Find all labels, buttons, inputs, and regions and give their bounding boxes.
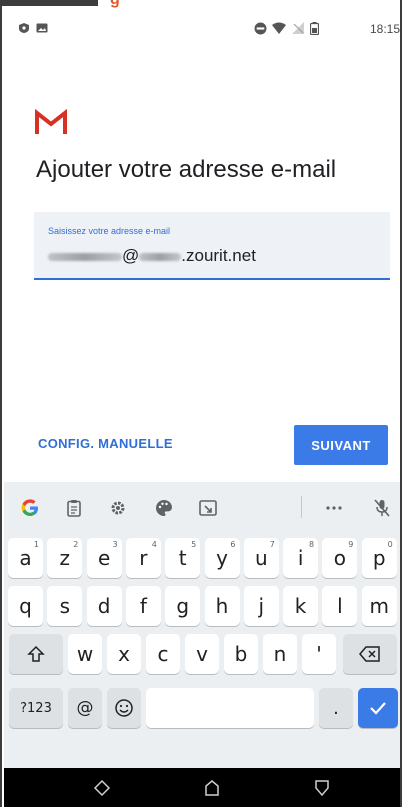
wifi-icon: [272, 22, 286, 37]
key-w[interactable]: w: [68, 634, 102, 674]
clipboard-icon[interactable]: [62, 496, 86, 520]
space-key[interactable]: [146, 688, 314, 728]
recents-icon[interactable]: [310, 776, 334, 800]
more-icon[interactable]: [322, 496, 346, 520]
key-c[interactable]: c: [146, 634, 180, 674]
phone-frame: g 18:15 Ajouter votre adresse e-mail Sai…: [0, 0, 402, 807]
app-notification-icon: [18, 22, 30, 37]
symbols-key[interactable]: ?123: [9, 688, 63, 728]
back-icon[interactable]: [90, 776, 114, 800]
key-hint: 2: [73, 540, 79, 549]
email-field-label: Saisissez votre adresse e-mail: [48, 226, 171, 236]
key-v[interactable]: v: [185, 634, 219, 674]
palette-icon[interactable]: [152, 496, 176, 520]
manual-config-button[interactable]: CONFIG. MANUELLE: [38, 436, 173, 451]
status-bar: 18:15: [4, 16, 400, 40]
key-r[interactable]: r4: [125, 538, 161, 578]
page-title: Ajouter votre adresse e-mail: [36, 156, 337, 183]
key-hint: 0: [387, 540, 393, 549]
key-m[interactable]: m: [361, 586, 397, 626]
banner-text: g: [110, 0, 180, 8]
key-label: z: [59, 546, 71, 570]
home-icon[interactable]: [200, 776, 224, 800]
redacted-username: [48, 252, 122, 261]
settings-icon[interactable]: [106, 496, 130, 520]
key-y[interactable]: y6: [204, 538, 240, 578]
key-e[interactable]: e3: [86, 538, 122, 578]
key-t[interactable]: t5: [165, 538, 201, 578]
banner-dark: [2, 0, 98, 6]
key-hint: 8: [309, 540, 315, 549]
gmail-logo: [34, 108, 68, 136]
no-signal-icon: [292, 22, 304, 37]
period-key[interactable]: .: [319, 688, 353, 728]
do-not-disturb-icon: [254, 22, 267, 38]
key-j[interactable]: j: [243, 586, 279, 626]
battery-icon: [309, 22, 320, 38]
key-label: y: [216, 546, 228, 570]
top-banner: g: [2, 0, 400, 8]
status-time: 18:15: [369, 22, 400, 36]
key-label: p: [372, 546, 386, 570]
at-key[interactable]: @: [68, 688, 102, 728]
toolbar-divider: [301, 496, 302, 518]
key-z[interactable]: z2: [47, 538, 83, 578]
key-label: a: [19, 546, 32, 570]
key-d[interactable]: d: [86, 586, 122, 626]
key-hint: 9: [348, 540, 354, 549]
redacted-domain: [139, 252, 182, 261]
key-g[interactable]: g: [165, 586, 201, 626]
key-u[interactable]: u7: [243, 538, 279, 578]
key-q[interactable]: q: [8, 586, 43, 626]
backspace-key[interactable]: [343, 634, 397, 674]
key-o[interactable]: o9: [322, 538, 358, 578]
key-label: t: [178, 546, 187, 570]
email-field[interactable]: Saisissez votre adresse e-mail @ .zourit.…: [34, 212, 390, 280]
navigation-bar: [4, 768, 400, 807]
key-s[interactable]: s: [47, 586, 83, 626]
keyboard-toolbar: [4, 482, 400, 532]
key-n[interactable]: n: [263, 634, 297, 674]
email-field-value[interactable]: @ .zourit.net: [48, 246, 256, 266]
mic-off-icon[interactable]: [370, 496, 394, 520]
key-label: e: [97, 546, 111, 570]
key-hint: 1: [33, 540, 39, 549]
email-at-sign: @: [122, 246, 140, 265]
keyboard: a1z2e3r4t5y6u7i8o9p0 qsdfghjklm w x c v b n ' …: [4, 482, 400, 768]
key-hint: 3: [112, 540, 118, 549]
google-icon[interactable]: [18, 496, 42, 520]
key-h[interactable]: h: [204, 586, 240, 626]
key-x[interactable]: x: [107, 634, 141, 674]
key-hint: 7: [269, 540, 275, 549]
key-f[interactable]: f: [125, 586, 161, 626]
key-label: i: [297, 546, 304, 570]
key-label: o: [333, 546, 347, 570]
email-domain-suffix: .zourit.net: [181, 246, 256, 265]
shift-key[interactable]: [9, 634, 63, 674]
key-b[interactable]: b: [224, 634, 258, 674]
key-hint: 5: [191, 540, 197, 549]
key-i[interactable]: i8: [283, 538, 319, 578]
key-k[interactable]: k: [283, 586, 319, 626]
screenshot-icon[interactable]: [196, 496, 220, 520]
next-button[interactable]: SUIVANT: [294, 425, 388, 465]
key-hint: 4: [151, 540, 157, 549]
enter-key[interactable]: [358, 688, 398, 728]
key-label: u: [254, 546, 268, 570]
image-notification-icon: [36, 22, 48, 37]
key-p[interactable]: p0: [361, 538, 397, 578]
key-apostrophe[interactable]: ': [302, 634, 336, 674]
key-hint: 6: [230, 540, 236, 549]
key-label: r: [139, 546, 148, 570]
key-a[interactable]: a1: [8, 538, 43, 578]
emoji-key[interactable]: [107, 688, 141, 728]
key-l[interactable]: l: [322, 586, 358, 626]
